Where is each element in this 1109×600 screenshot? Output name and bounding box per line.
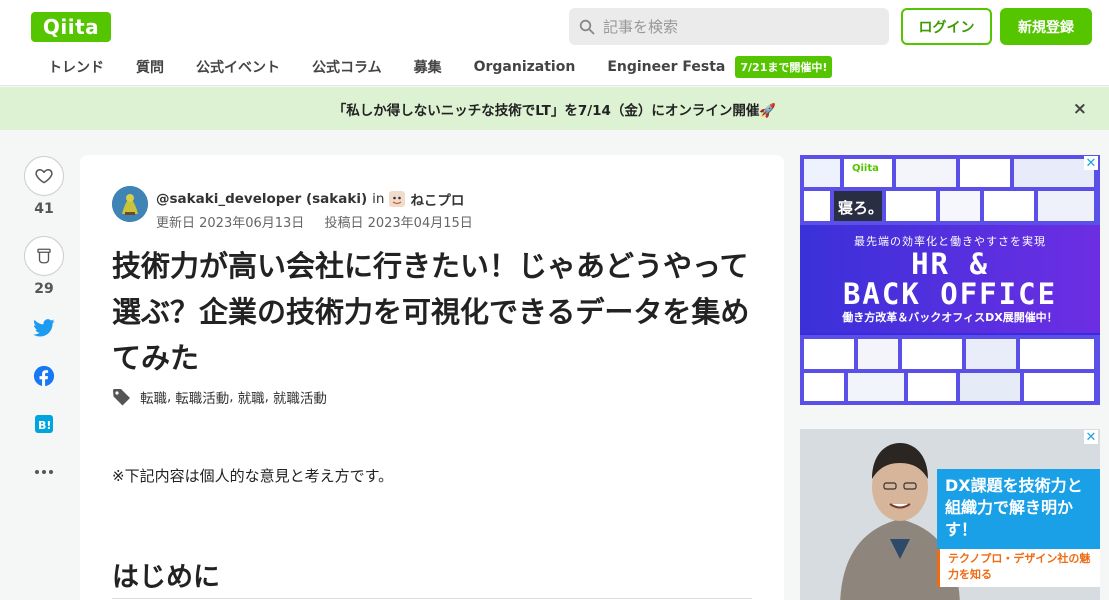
nav-questions[interactable]: 質問 — [120, 57, 180, 77]
nav-official-columns[interactable]: 公式コラム — [296, 57, 398, 77]
nav-official-events[interactable]: 公式イベント — [180, 57, 296, 77]
tag-separator: , — [264, 389, 269, 405]
article-card: @sakaki_developer (sakaki) in ねこプロ 更新日 2… — [80, 155, 784, 600]
close-icon[interactable]: × — [1073, 99, 1087, 119]
stock-icon — [37, 248, 51, 264]
nav-engineer-festa[interactable]: Engineer Festa — [591, 59, 741, 75]
site-header: Qiita ログイン 新規登録 トレンド 質問 公式イベント 公式コラム 募集 … — [0, 0, 1109, 86]
facebook-icon — [33, 365, 55, 387]
tag-item[interactable]: 就職活動 — [273, 387, 327, 407]
tag-icon — [113, 389, 130, 406]
signup-button[interactable]: 新規登録 — [1000, 8, 1092, 45]
nav-recruit[interactable]: 募集 — [398, 57, 458, 77]
more-icon — [35, 470, 53, 474]
hatena-share-button[interactable]: B! — [35, 412, 53, 436]
ad-tile-text: 寝ろ。 — [838, 199, 884, 217]
tag-item[interactable]: 転職活動 — [175, 387, 229, 407]
search-icon — [579, 19, 595, 34]
announcement-banner[interactable]: 「私しか得しないニッチな技術でLT」を7/14（金）にオンライン開催🚀 × — [0, 87, 1109, 130]
nav-organization[interactable]: Organization — [458, 59, 592, 75]
stock-button[interactable] — [24, 236, 64, 276]
qiita-logo[interactable]: Qiita — [31, 12, 111, 42]
ad-headline-block: 最先端の効率化と働きやすさを実現 HR & BACK OFFICE 働き方改革＆… — [800, 225, 1100, 333]
main-nav: トレンド 質問 公式イベント 公式コラム 募集 Organization Eng… — [32, 52, 833, 82]
twitter-share-button[interactable] — [33, 316, 55, 340]
in-label: in — [372, 191, 385, 207]
twitter-icon — [33, 319, 55, 337]
search-input[interactable] — [603, 17, 863, 36]
banner-text[interactable]: 「私しか得しないニッチな技術でLT」を7/14（金）にオンライン開催🚀 — [333, 99, 777, 119]
tag-item[interactable]: 転職 — [140, 387, 167, 407]
ad-hr-back-office[interactable]: Qiita 寝ろ。 最先端の効率化と働きやすさを実現 HR & BACK OFF… — [800, 155, 1100, 405]
ad-headline: DX課題を技術力と組織力で解き明かす！ — [937, 469, 1100, 549]
ad-headline-1: HR & — [911, 247, 989, 281]
organization-name[interactable]: ねこプロ — [410, 189, 464, 209]
stock-count: 29 — [34, 281, 54, 297]
ad-footer: 働き方改革＆バックオフィスDX展開催中！ — [842, 311, 1058, 324]
author-line: @sakaki_developer (sakaki) in ねこプロ — [156, 189, 464, 209]
updated-date: 更新日 2023年06月13日 — [156, 216, 305, 231]
nav-trend[interactable]: トレンド — [32, 57, 120, 77]
tag-separator: , — [167, 389, 172, 405]
tag-item[interactable]: 就職 — [238, 387, 265, 407]
ad-sub-link[interactable]: テクノプロ・デザイン社の魅力を知る — [937, 549, 1100, 587]
ad-brand-text: Qiita — [852, 163, 879, 174]
avatar-image-icon — [112, 186, 148, 222]
tag-separator: , — [229, 389, 234, 405]
like-button[interactable] — [24, 156, 64, 196]
like-count: 41 — [34, 201, 54, 217]
heading-divider — [112, 598, 752, 599]
ad-close-icon[interactable]: ✕ — [1084, 156, 1098, 171]
ad-technopro[interactable]: DX課題を技術力と組織力で解き明かす！ テクノプロ・デザイン社の魅力を知る ✕ — [800, 429, 1100, 600]
section-heading: はじめに — [112, 562, 220, 593]
more-button[interactable] — [34, 460, 54, 484]
search-box[interactable] — [569, 8, 889, 45]
disclaimer-note: ※下記内容は個人的な意見と考え方です。 — [112, 467, 394, 485]
facebook-share-button[interactable] — [33, 364, 55, 388]
article-dates: 更新日 2023年06月13日 投稿日 2023年04月15日 — [156, 212, 473, 231]
posted-date: 投稿日 2023年04月15日 — [324, 216, 473, 231]
avatar[interactable] — [112, 186, 148, 222]
festa-badge[interactable]: 7/21まで開催中! — [735, 56, 833, 78]
article-actions: 41 29 B! — [24, 156, 64, 508]
article-title: 技術力が高い会社に行きたい！じゃあどうやって選ぶ？企業の技術力を可視化できるデー… — [112, 249, 750, 375]
svg-text:B!: B! — [38, 419, 51, 432]
ad-headline-2: BACK OFFICE — [842, 277, 1058, 311]
organization-logo-icon[interactable] — [389, 191, 406, 207]
author-name[interactable]: @sakaki_developer (sakaki) — [156, 191, 367, 207]
hatena-bookmark-icon: B! — [35, 415, 53, 433]
heart-icon — [35, 169, 53, 184]
login-button[interactable]: ログイン — [901, 8, 992, 45]
tag-list: 転職, 転職活動, 就職, 就職活動 — [112, 387, 327, 407]
ad-close-icon[interactable]: ✕ — [1084, 430, 1098, 445]
